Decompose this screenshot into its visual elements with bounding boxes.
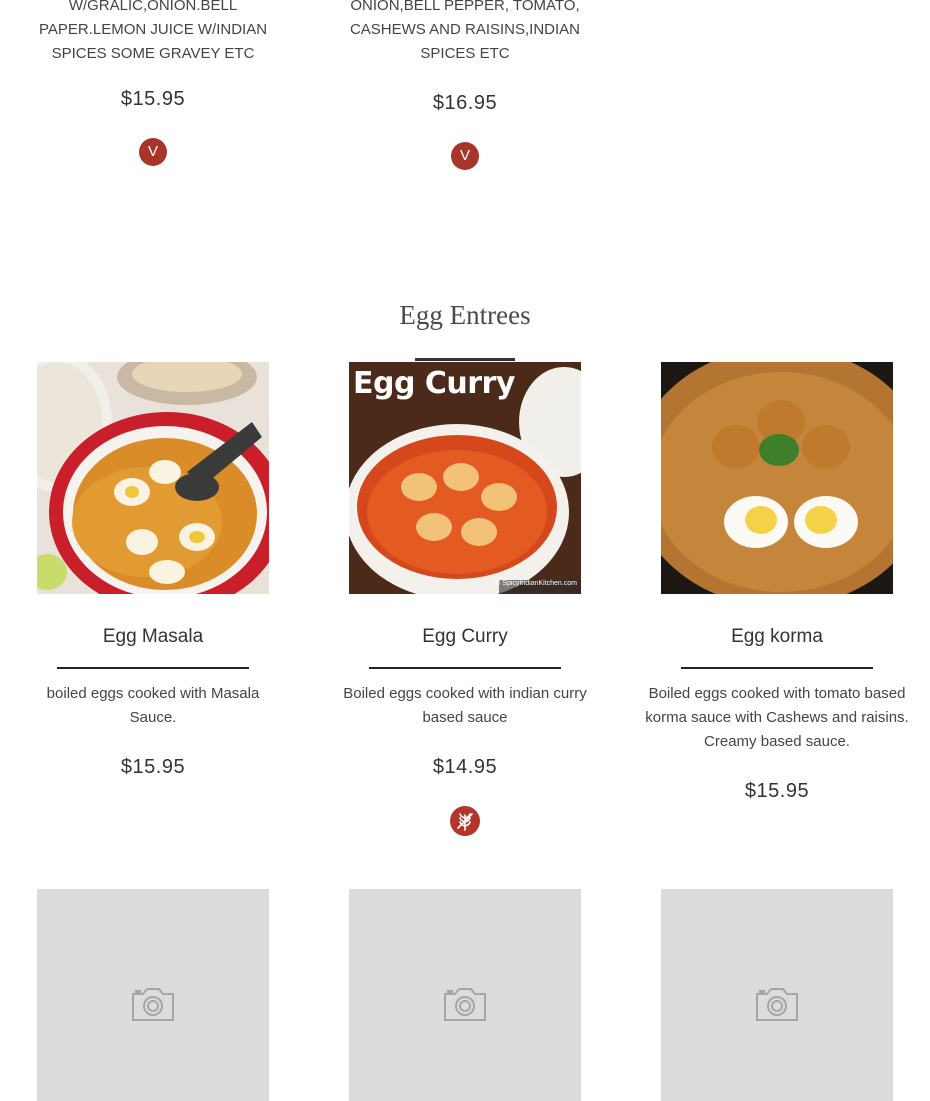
menu-item-price: $16.95 [432,92,498,114]
vegetarian-badge-icon: V [451,142,479,170]
menu-item-price: $15.95 [120,88,186,110]
photo-overlay-title: Egg Curry [353,366,515,401]
egg-korma-photo[interactable] [661,362,893,594]
menu-item-divider [369,667,561,669]
camera-icon [756,988,798,1021]
image-placeholder[interactable] [661,889,893,1101]
menu-item-price: $14.95 [432,756,498,778]
camera-icon [444,988,486,1021]
menu-item-price: $15.95 [120,756,186,778]
section-title-underline [415,358,515,361]
menu-item-name: Egg Curry [422,626,508,647]
menu-item-description: Boiled eggs cooked with indian curry bas… [343,685,587,726]
egg-curry-photo[interactable]: Egg Curry © SpicyIndianKitchen.com [349,362,581,594]
vegetarian-badge-icon: V [139,138,167,166]
menu-item-name: Egg Masala [102,626,204,647]
photo-credit: © SpicyIndianKitchen.com [495,580,577,587]
menu-item-description: Boiled eggs cooked with tomato based kor… [645,685,909,750]
image-placeholder[interactable] [349,889,581,1101]
menu-item-price: $15.95 [744,780,810,802]
menu-item-description: boiled eggs cooked with Masala Sauce. [46,685,260,726]
image-placeholder[interactable] [37,889,269,1101]
egg-masala-photo[interactable] [37,362,269,594]
gluten-free-icon [450,806,480,836]
section-title: Egg Entrees [399,300,531,330]
menu-item-divider [681,667,873,669]
menu-item-divider [57,667,249,669]
menu-item-name: Egg korma [731,626,823,647]
menu-item-description: W/GRALIC,ONION.BELL PAPER.LEMON JUICE W/… [38,0,268,62]
camera-icon [132,988,174,1021]
menu-item-description: ONION,BELL PEPPER, TOMATO, CASHEWS AND R… [349,0,581,62]
